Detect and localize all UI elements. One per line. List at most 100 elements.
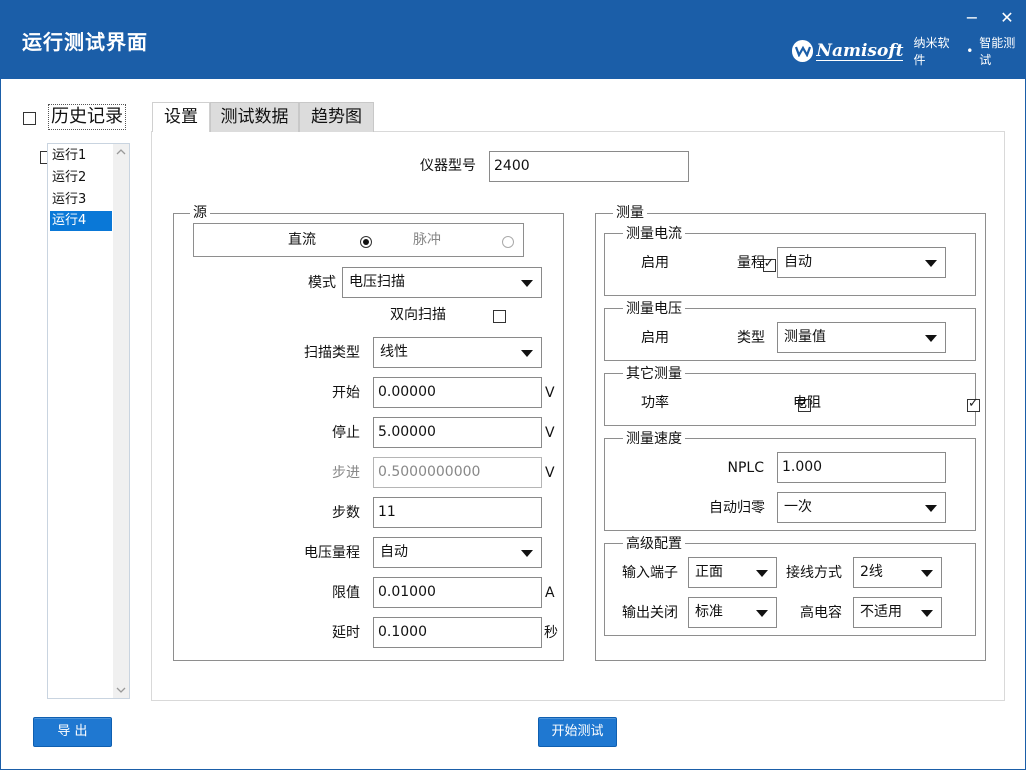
current-range-label: 量程: [737, 255, 765, 271]
points-field[interactable]: 11: [373, 497, 542, 528]
voltage-range-select[interactable]: 自动: [373, 537, 542, 568]
pulse-radio[interactable]: [501, 236, 514, 248]
chevron-down-icon: [521, 280, 533, 287]
sweep-type-select[interactable]: 线性: [373, 337, 542, 368]
brand-logo: Namisoft 纳米软件 • 智能测试: [792, 36, 1026, 67]
high-cap-select[interactable]: 不适用: [853, 597, 942, 628]
start-unit: V: [545, 385, 555, 401]
brand-dot: •: [966, 44, 974, 58]
wiring-select[interactable]: 2线: [853, 557, 942, 588]
close-icon[interactable]: ✕: [998, 10, 1016, 28]
terminal-value: 正面: [695, 564, 723, 580]
scroll-up-icon[interactable]: [116, 149, 126, 155]
history-scrollbar[interactable]: [113, 144, 129, 698]
namisoft-logo-icon: [792, 40, 814, 62]
wiring-value: 2线: [860, 564, 883, 580]
start-test-button[interactable]: 开始测试: [538, 717, 617, 747]
measure-current-title: 测量电流: [623, 226, 685, 242]
pulse-label: 脉冲: [413, 232, 441, 248]
nplc-field[interactable]: 1.000: [777, 452, 946, 483]
delay-field[interactable]: 0.1000: [373, 617, 542, 648]
history-checkbox[interactable]: [23, 111, 36, 125]
dc-label: 直流: [288, 232, 316, 248]
stop-label: 停止: [332, 425, 360, 441]
tab-settings[interactable]: 设置: [152, 102, 210, 132]
chevron-down-icon: [921, 570, 933, 577]
step-field[interactable]: 0.5000000000: [373, 457, 542, 488]
chevron-down-icon: [925, 335, 937, 342]
current-range-select[interactable]: 自动: [777, 247, 946, 278]
brand-product: 智能测试: [979, 36, 1016, 67]
limit-field[interactable]: 0.01000: [373, 577, 542, 608]
current-range-value: 自动: [784, 254, 812, 270]
autozero-label: 自动归零: [709, 500, 765, 516]
terminal-label: 输入端子: [622, 565, 678, 581]
output-off-value: 标准: [695, 604, 723, 620]
sweep-type-label: 扫描类型: [304, 345, 360, 361]
voltage-type-select[interactable]: 测量值: [777, 322, 946, 353]
window-title: 运行测试界面: [22, 30, 148, 54]
output-off-label: 输出关闭: [622, 605, 678, 621]
delay-unit: 秒: [544, 625, 558, 641]
source-type-box: [193, 223, 524, 257]
advanced-title: 高级配置: [623, 536, 685, 552]
chevron-down-icon: [521, 350, 533, 357]
points-label: 步数: [332, 505, 360, 521]
voltage-range-value: 自动: [380, 544, 408, 560]
measure-speed-title: 测量速度: [623, 431, 685, 447]
resistance-label: 电阻: [793, 395, 821, 411]
history-item-1[interactable]: 运行1: [50, 146, 112, 166]
sweep-type-value: 线性: [380, 344, 408, 360]
start-label: 开始: [332, 385, 360, 401]
wiring-label: 接线方式: [786, 565, 842, 581]
chevron-down-icon: [756, 570, 768, 577]
measure-other-title: 其它测量: [623, 366, 685, 382]
high-cap-label: 高电容: [800, 605, 842, 621]
chevron-down-icon: [925, 505, 937, 512]
chevron-down-icon: [925, 260, 937, 267]
instrument-model-field[interactable]: 2400: [489, 151, 689, 182]
stop-field[interactable]: 5.00000: [373, 417, 542, 448]
start-field[interactable]: 0.00000: [373, 377, 542, 408]
voltage-range-label: 电压量程: [304, 545, 360, 561]
history-item-2[interactable]: 运行2: [50, 168, 112, 188]
scroll-down-icon[interactable]: [116, 687, 126, 693]
delay-label: 延时: [332, 625, 360, 641]
history-item-3[interactable]: 运行3: [50, 190, 112, 210]
minimize-icon[interactable]: −: [963, 10, 981, 28]
instrument-label: 仪器型号: [420, 158, 476, 174]
tab-trend-chart[interactable]: 趋势图: [299, 102, 374, 132]
limit-label: 限值: [332, 585, 360, 601]
history-label: 历史记录: [48, 104, 126, 130]
bidirectional-label: 双向扫描: [390, 307, 446, 323]
mode-select[interactable]: 电压扫描: [342, 267, 542, 298]
voltage-type-value: 测量值: [784, 329, 826, 345]
autozero-select[interactable]: 一次: [777, 492, 946, 523]
export-button[interactable]: 导 出: [33, 717, 112, 747]
output-off-select[interactable]: 标准: [688, 597, 777, 628]
measure-group-title: 测量: [613, 205, 647, 221]
limit-unit: A: [545, 585, 555, 601]
stop-unit: V: [545, 425, 555, 441]
tab-test-data[interactable]: 测试数据: [210, 102, 299, 132]
measure-voltage-title: 测量电压: [623, 301, 685, 317]
nplc-label: NPLC: [727, 460, 765, 476]
resistance-checkbox[interactable]: [966, 396, 980, 412]
history-item-4[interactable]: 运行4: [50, 211, 112, 231]
autozero-value: 一次: [784, 499, 812, 515]
voltage-enable-label: 启用: [641, 330, 669, 346]
mode-label: 模式: [308, 275, 336, 291]
terminal-select[interactable]: 正面: [688, 557, 777, 588]
chevron-down-icon: [521, 550, 533, 557]
mode-select-value: 电压扫描: [349, 274, 405, 290]
brand-name: Namisoft: [816, 40, 904, 61]
voltage-type-label: 类型: [737, 330, 765, 346]
bidirectional-checkbox[interactable]: [493, 309, 507, 323]
brand-company: 纳米软件: [913, 36, 950, 67]
source-group-title: 源: [190, 205, 210, 221]
step-unit: V: [545, 465, 555, 481]
chevron-down-icon: [921, 610, 933, 617]
power-label: 功率: [641, 395, 669, 411]
chevron-down-icon: [756, 610, 768, 617]
history-list[interactable]: 运行1 运行2 运行3 运行4: [47, 143, 130, 699]
